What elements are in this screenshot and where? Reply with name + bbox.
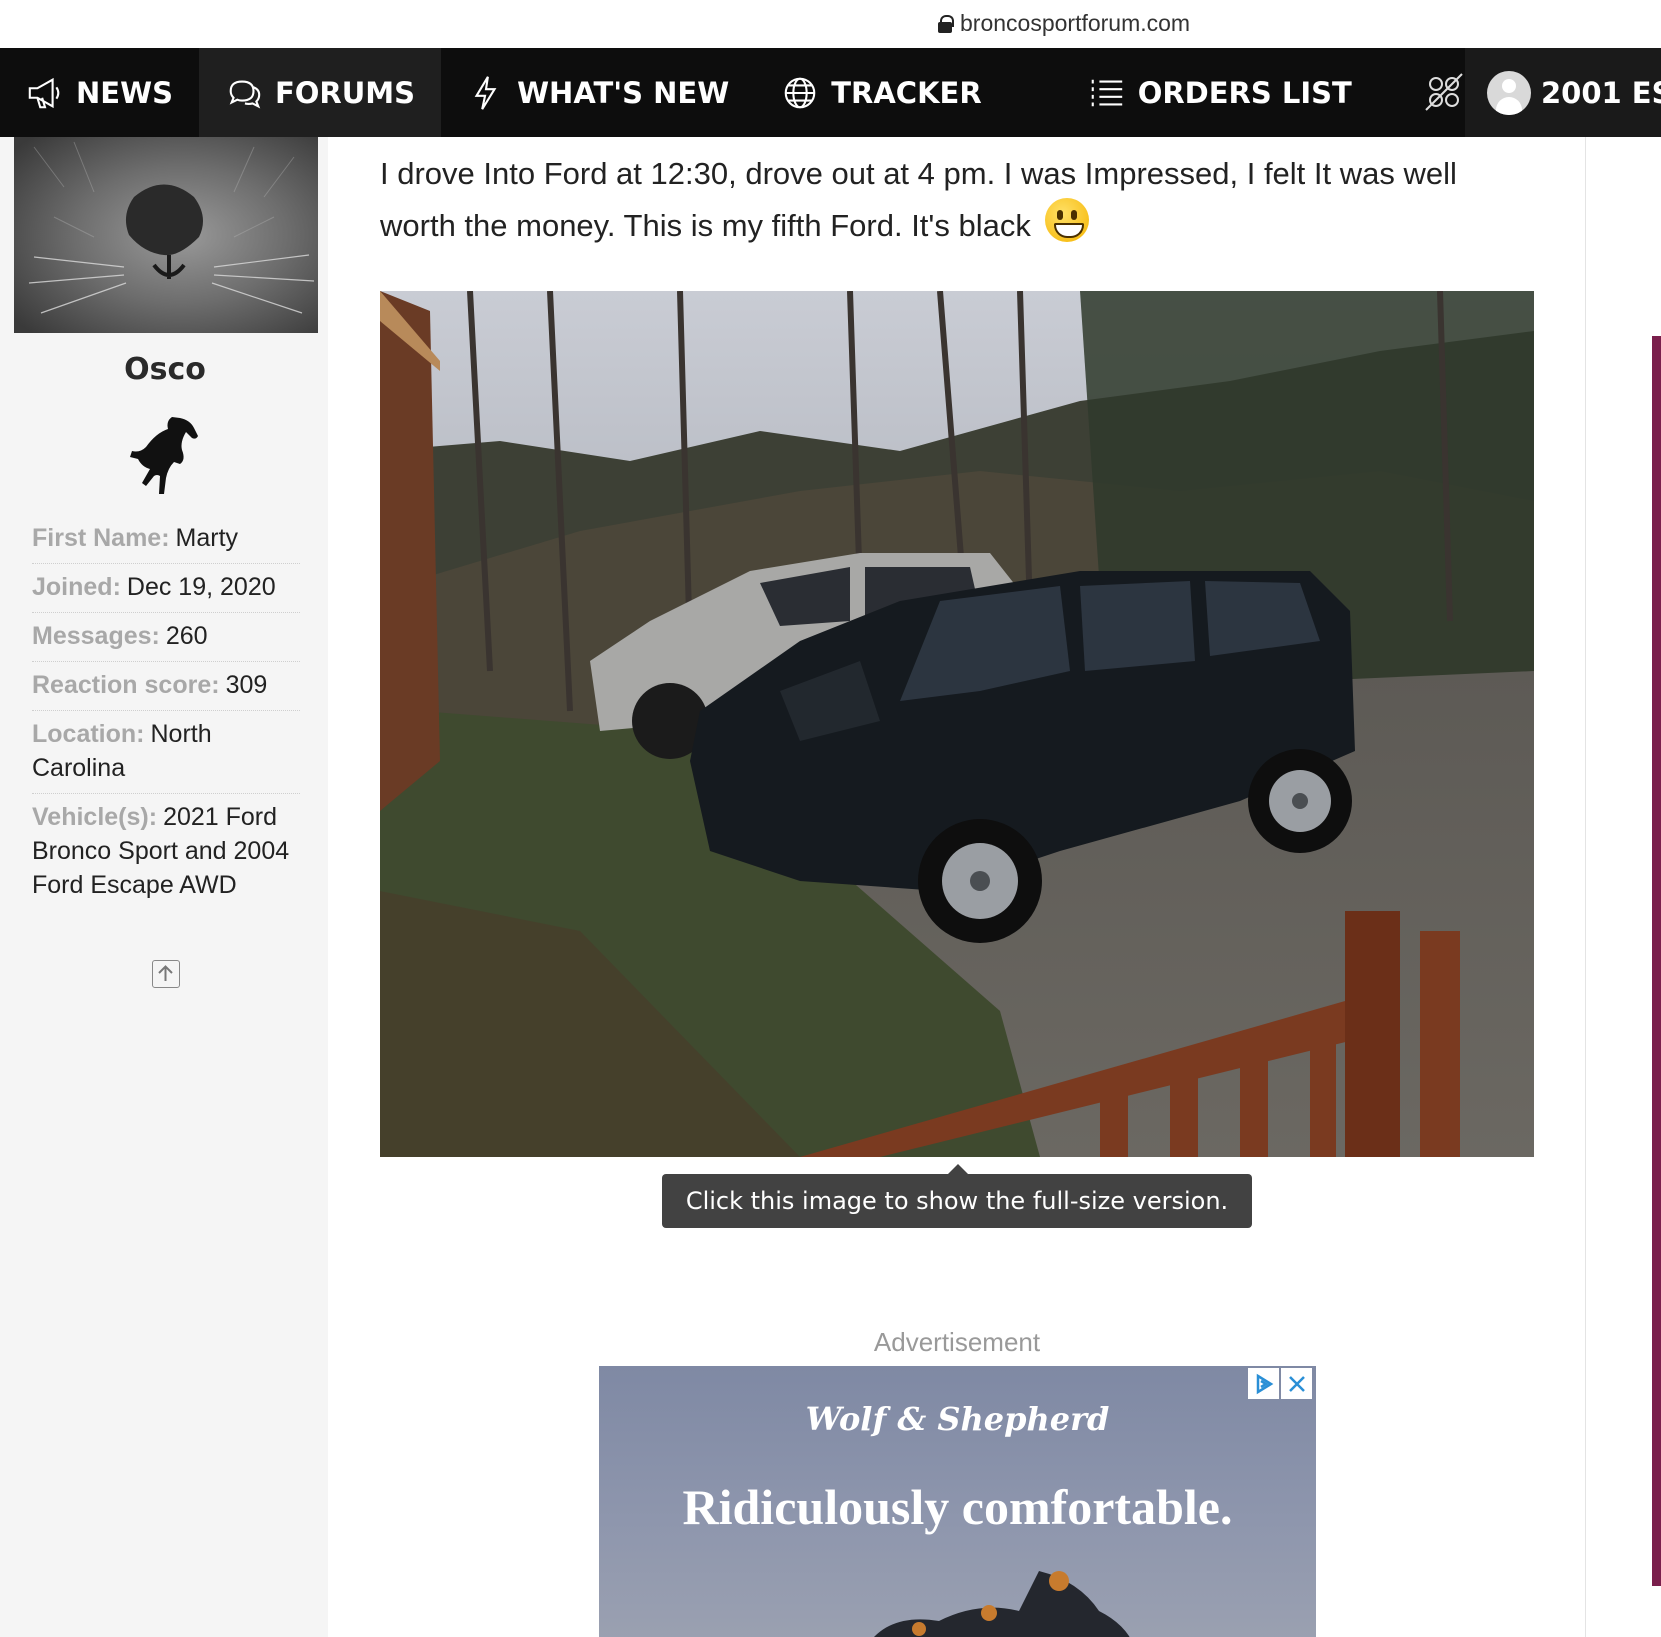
nav-whats-new[interactable]: WHAT'S NEW <box>441 48 755 137</box>
ad-brand: Wolf & Shepherd <box>805 1400 1110 1438</box>
lightning-icon <box>474 75 497 110</box>
list-icon <box>1091 79 1122 106</box>
nav-news-label: NEWS <box>76 75 173 110</box>
browser-url-bar[interactable]: broncosportforum.com <box>0 0 1661 48</box>
author-info-list: First Name: Marty Joined: Dec 19, 2020 Mes… <box>32 515 300 910</box>
post-author-sidebar: Osco First Name: Marty Joined: Dec 19, 202… <box>0 137 328 1637</box>
ad-close-button[interactable] <box>1281 1368 1312 1399</box>
ad-choices-icon <box>1256 1373 1273 1394</box>
info-key: Reaction score: <box>32 671 220 699</box>
main-nav: NEWS FORUMS WHAT'S NEW TRACKER ORDERS LI… <box>0 48 1661 137</box>
info-key: Messages: <box>32 622 160 650</box>
info-key: Joined: <box>32 573 121 601</box>
nav-news[interactable]: NEWS <box>0 48 199 137</box>
close-icon <box>1288 1375 1305 1392</box>
user-menu[interactable]: 2001 ES <box>1465 48 1661 137</box>
nav-orders-list-label: ORDERS LIST <box>1137 75 1352 110</box>
user-avatar-image[interactable] <box>14 137 318 333</box>
nav-whats-new-label: WHAT'S NEW <box>517 75 730 110</box>
shoe-image <box>874 1571 1130 1637</box>
nav-orders-list[interactable]: ORDERS LIST <box>1062 48 1378 137</box>
info-value[interactable]: 260 <box>166 622 208 650</box>
image-tooltip: Click this image to show the full-size v… <box>662 1164 1252 1228</box>
no-contrast-icon <box>1425 73 1463 111</box>
info-vehicles: Vehicle(s): 2021 Ford Bronco Sport and 20… <box>32 794 300 910</box>
info-value: Marty <box>175 524 239 552</box>
info-key: Location: <box>32 720 145 748</box>
post-attachment-image[interactable] <box>380 291 1534 1157</box>
chat-bubbles-icon <box>229 80 261 108</box>
nav-forums-label: FORUMS <box>274 75 416 110</box>
url-display[interactable]: broncosportforum.com <box>938 10 1190 37</box>
ad-tagline: Ridiculously comfortable. <box>682 1479 1233 1535</box>
user-menu-label: 2001 ES <box>1541 75 1661 110</box>
info-value: 309 <box>225 671 268 699</box>
advertisement-banner[interactable]: Wolf & Shepherd Ridiculously comfortable… <box>599 1366 1316 1637</box>
info-reaction-score: Reaction score: 309 <box>32 662 300 711</box>
nav-tracker[interactable]: TRACKER <box>755 48 1007 137</box>
megaphone-icon <box>28 77 60 108</box>
post-body: I drove Into Ford at 12:30, drove out at… <box>380 149 1520 250</box>
username[interactable]: Osco <box>0 352 330 387</box>
post-text: I drove Into Ford at 12:30, drove out at… <box>380 156 1457 243</box>
arrow-up-icon <box>158 965 173 981</box>
grinning-face-emoji <box>1045 198 1090 242</box>
lock-icon <box>938 14 954 33</box>
page-scroll-indicator[interactable] <box>1652 336 1661 1586</box>
info-key: First Name: <box>32 524 170 552</box>
display-toggle[interactable] <box>1420 68 1468 121</box>
url-text: broncosportforum.com <box>960 10 1191 36</box>
avatar <box>1487 70 1531 115</box>
ad-choices-button[interactable] <box>1248 1368 1279 1399</box>
info-location: Location: North Carolina <box>32 711 300 794</box>
info-key: Vehicle(s): <box>32 803 158 831</box>
nav-tracker-label: TRACKER <box>831 75 982 110</box>
post-content: I drove Into Ford at 12:30, drove out at… <box>328 137 1586 1637</box>
nav-forums[interactable]: FORUMS <box>198 48 442 137</box>
info-messages: Messages: 260 <box>32 613 300 662</box>
bronco-horse-icon <box>130 417 198 494</box>
info-first-name: First Name: Marty <box>32 515 300 564</box>
expand-sidebar-button[interactable] <box>152 960 180 988</box>
info-joined: Joined: Dec 19, 2020 <box>32 564 300 613</box>
advertisement-label: Advertisement <box>873 1327 1041 1357</box>
info-value: Dec 19, 2020 <box>126 573 276 601</box>
globe-icon <box>784 77 816 108</box>
